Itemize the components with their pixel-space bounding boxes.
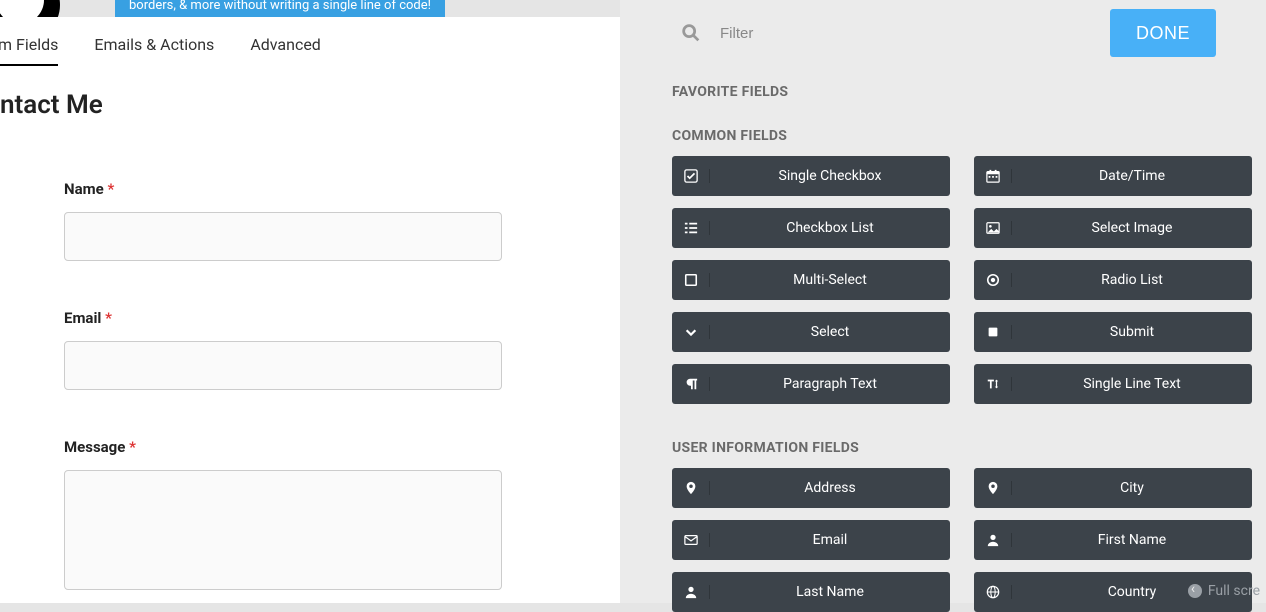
field-type-address[interactable]: Address <box>672 468 950 508</box>
common-fields-section: COMMON FIELDS Single Checkbox Date/Time Ch… <box>672 128 1252 404</box>
label-name: Name * <box>64 180 510 198</box>
list-icon <box>672 221 710 235</box>
field-type-single-line-text[interactable]: Single Line Text <box>974 364 1252 404</box>
field-label: Checkbox List <box>710 220 950 236</box>
field-label: Select Image <box>1012 220 1252 236</box>
filter-input[interactable] <box>720 25 1110 42</box>
check-square-icon <box>672 169 710 183</box>
required-asterisk: * <box>105 309 112 327</box>
common-fields-grid: Single Checkbox Date/Time Checkbox List Sel… <box>672 156 1252 404</box>
field-type-first-name[interactable]: First Name <box>974 520 1252 560</box>
required-asterisk: * <box>107 180 114 198</box>
form-tabs: m Fields Emails & Actions Advanced <box>0 17 620 66</box>
field-label: Email <box>710 532 950 548</box>
label-message: Message * <box>64 438 510 456</box>
input-name[interactable] <box>64 212 502 261</box>
map-marker-icon <box>974 481 1012 495</box>
field-label: First Name <box>1012 532 1252 548</box>
dot-circle-icon <box>974 273 1012 287</box>
form-builder-panel: m Fields Emails & Actions Advanced ntact… <box>0 17 620 603</box>
field-type-checkbox-list[interactable]: Checkbox List <box>672 208 950 248</box>
field-name: Name * <box>64 180 510 261</box>
field-label: Last Name <box>710 584 950 600</box>
tab-emails-actions[interactable]: Emails & Actions <box>94 35 214 66</box>
field-type-single-checkbox[interactable]: Single Checkbox <box>672 156 950 196</box>
field-type-select-image[interactable]: Select Image <box>974 208 1252 248</box>
favorite-fields-heading: FAVORITE FIELDS <box>672 84 1252 100</box>
field-type-multi-select[interactable]: Multi-Select <box>672 260 950 300</box>
fields-library-panel: DONE FAVORITE FIELDS COMMON FIELDS Singl… <box>620 0 1266 603</box>
done-button[interactable]: DONE <box>1110 9 1216 57</box>
tab-form-fields[interactable]: m Fields <box>0 35 58 66</box>
image-icon <box>974 221 1012 235</box>
field-label: Single Line Text <box>1012 376 1252 392</box>
input-message[interactable] <box>64 470 502 590</box>
field-type-email[interactable]: Email <box>672 520 950 560</box>
chevron-down-icon <box>672 325 710 339</box>
field-label: Radio List <box>1012 272 1252 288</box>
field-label: Multi-Select <box>710 272 950 288</box>
text-height-icon <box>974 377 1012 391</box>
paragraph-icon <box>672 377 710 391</box>
filter-row: DONE <box>620 0 1266 56</box>
label-email-text: Email <box>64 309 101 327</box>
form-title: ntact Me <box>0 90 620 120</box>
map-marker-icon <box>672 481 710 495</box>
field-type-radio-list[interactable]: Radio List <box>974 260 1252 300</box>
required-asterisk: * <box>129 438 136 456</box>
fullscreen-label: Full scre <box>1208 583 1260 599</box>
field-email: Email * <box>64 309 510 390</box>
field-type-submit[interactable]: Submit <box>974 312 1252 352</box>
common-fields-heading: COMMON FIELDS <box>672 128 1252 144</box>
form-body: Name * Email * Message * <box>0 120 620 594</box>
field-type-date/time[interactable]: Date/Time <box>974 156 1252 196</box>
search-icon <box>680 22 702 44</box>
favorite-fields-section: FAVORITE FIELDS <box>672 84 1252 100</box>
user-icon <box>974 533 1012 547</box>
field-label: Address <box>710 480 950 496</box>
input-email[interactable] <box>64 341 502 390</box>
field-type-last-name[interactable]: Last Name <box>672 572 950 612</box>
label-name-text: Name <box>64 180 104 198</box>
stop-icon <box>672 273 710 287</box>
field-label: Single Checkbox <box>710 168 950 184</box>
user-icon <box>672 585 710 599</box>
field-type-select[interactable]: Select <box>672 312 950 352</box>
field-message: Message * <box>64 438 510 594</box>
field-type-paragraph-text[interactable]: Paragraph Text <box>672 364 950 404</box>
user-fields-grid: AddressCityEmailFirst NameLast NameCount… <box>672 468 1252 612</box>
label-message-text: Message <box>64 438 125 456</box>
field-label: Submit <box>1012 324 1252 340</box>
envelope-icon <box>672 533 710 547</box>
user-fields-section: USER INFORMATION FIELDS Address City Email… <box>672 440 1252 612</box>
tab-advanced[interactable]: Advanced <box>250 35 321 66</box>
field-sections: FAVORITE FIELDS COMMON FIELDS Single Che… <box>620 56 1266 612</box>
field-label: Paragraph Text <box>710 376 950 392</box>
field-label: Date/Time <box>1012 168 1252 184</box>
globe-icon <box>974 585 1012 599</box>
user-fields-heading: USER INFORMATION FIELDS <box>672 440 1252 456</box>
calendar-icon <box>974 169 1012 183</box>
fullscreen-icon <box>1188 584 1202 598</box>
fullscreen-hint[interactable]: Full scre <box>1188 583 1260 599</box>
square-filled-icon <box>974 325 1012 339</box>
field-label: City <box>1012 480 1252 496</box>
field-label: Select <box>710 324 950 340</box>
label-email: Email * <box>64 309 510 327</box>
field-type-city[interactable]: City <box>974 468 1252 508</box>
